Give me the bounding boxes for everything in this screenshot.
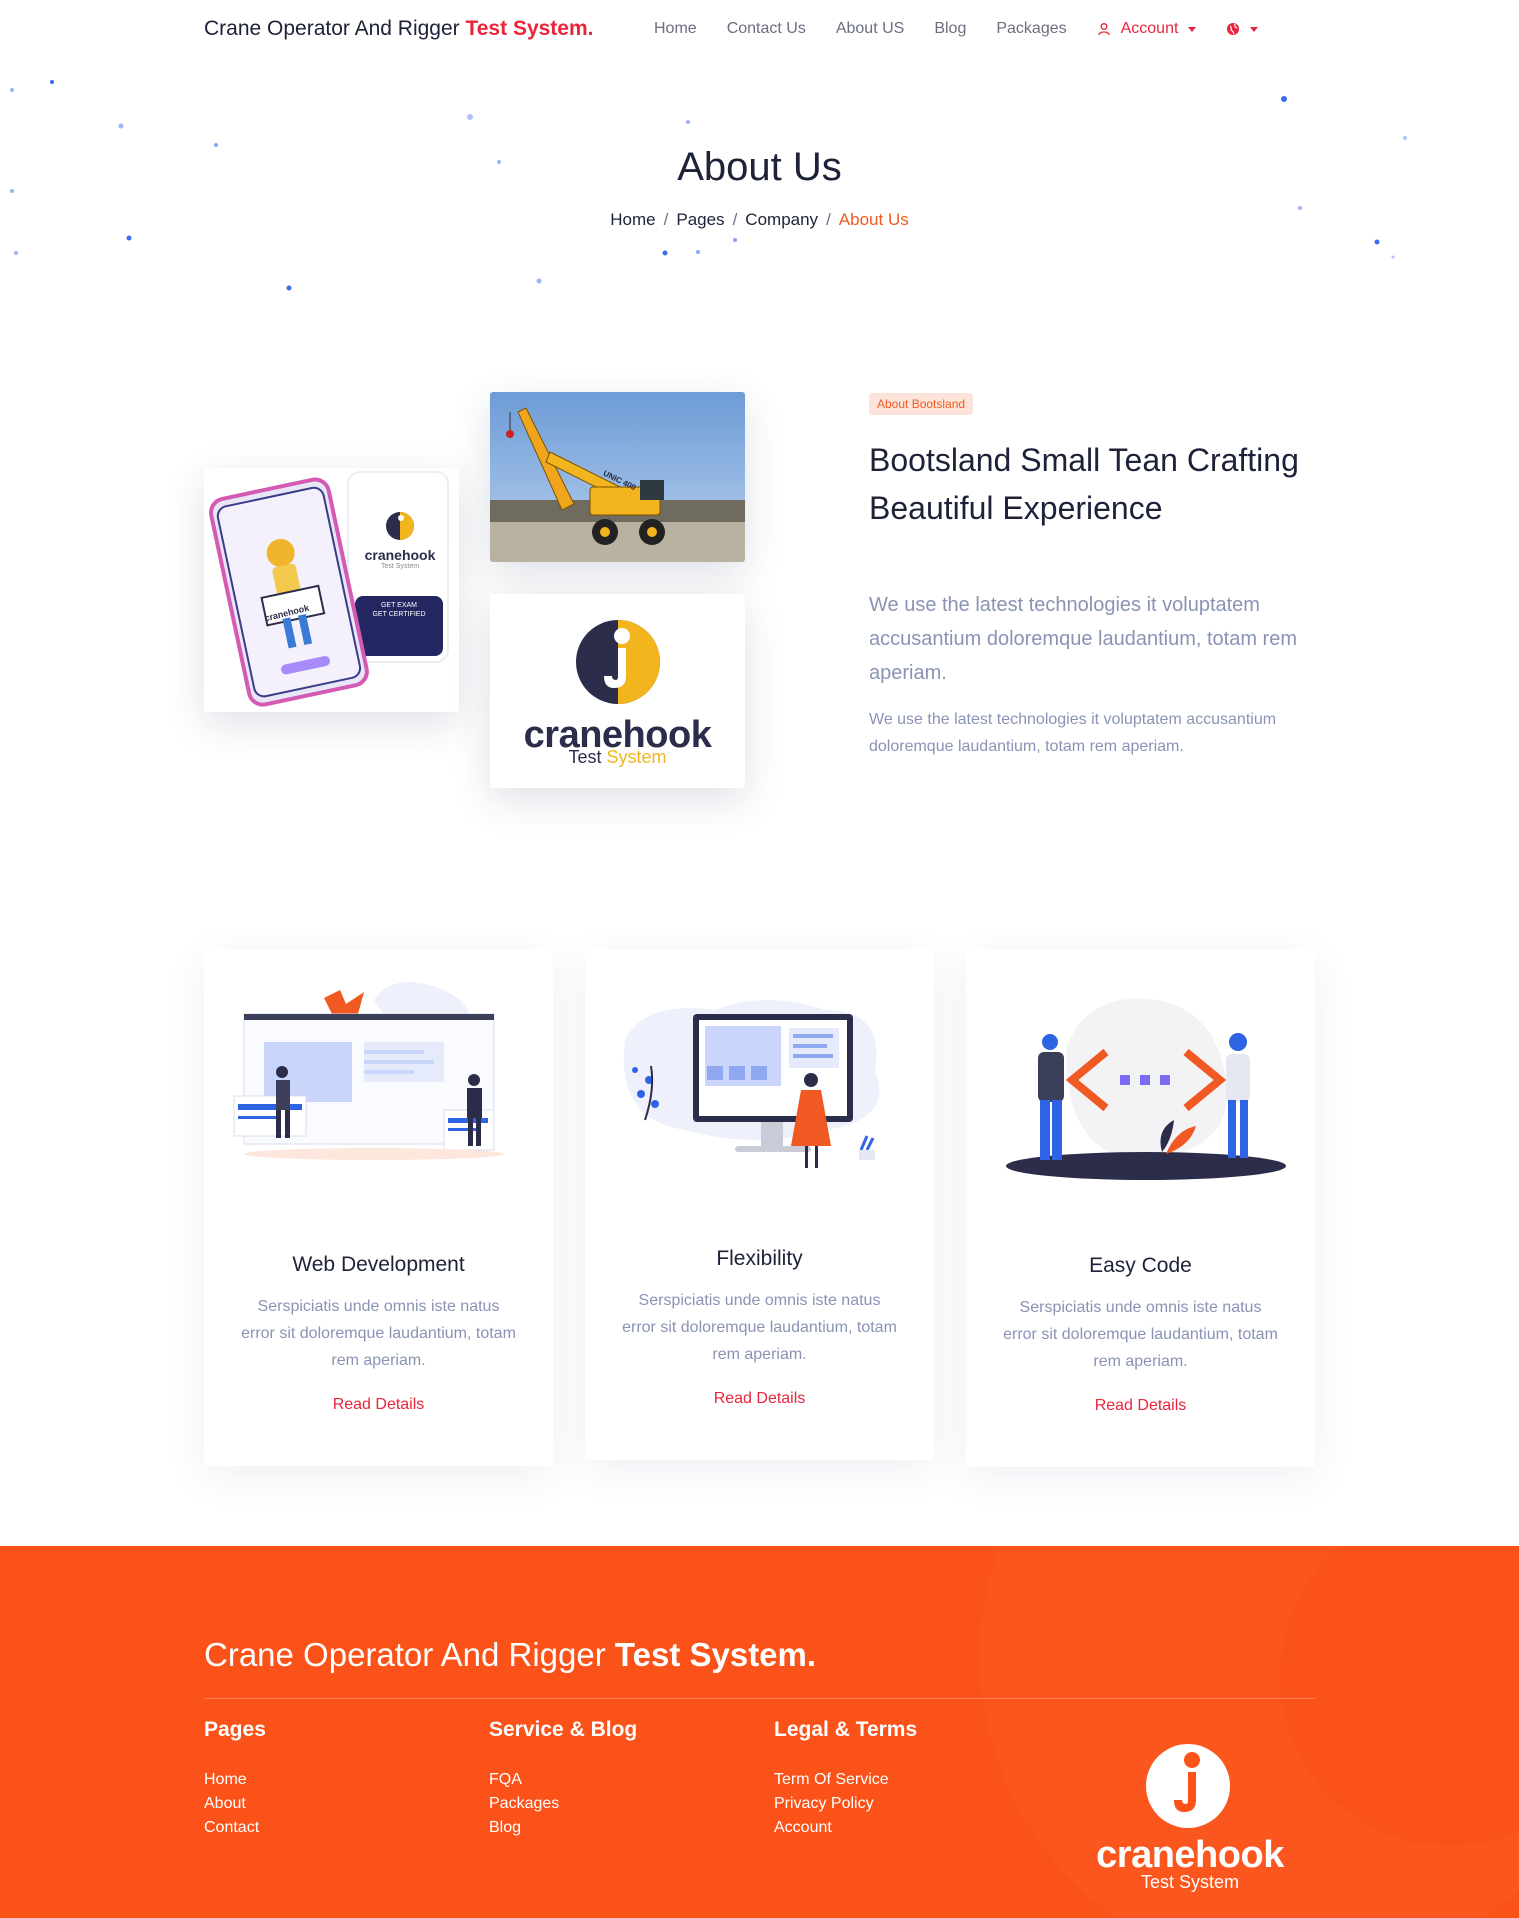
read-details-link[interactable]: Read Details [204,1396,553,1414]
page-title: About Us [677,145,842,189]
footer-link-account[interactable]: Account [774,1816,917,1840]
footer-link-packages[interactable]: Packages [489,1792,637,1816]
feature-card-easy-code: Easy Code Serspiciatis unde omnis iste n… [966,950,1315,1467]
about-title: Bootsland Small Tean Crafting Beautiful … [869,442,1299,526]
phone-logo: cranehook Test System [356,510,444,570]
feature-card-web-development: Web Development Serspiciatis unde omnis … [204,950,553,1466]
section-badge: About Bootsland [869,393,974,415]
footer-column-service-blog: Service & Blog FQA Packages Blog [489,1718,637,1840]
flexibility-illustration [623,1000,880,1168]
footer-column-title: Pages [204,1718,266,1741]
feature-text: Serspiciatis unde omnis iste natus error… [1003,1299,1278,1370]
cranehook-logo-icon [386,512,414,540]
crane-photo: UNIC 400 [490,392,745,562]
nav-home[interactable]: Home [654,20,697,38]
footer-link-privacy-policy[interactable]: Privacy Policy [774,1792,917,1816]
feature-card-flexibility: Flexibility Serspiciatis unde omnis iste… [585,950,934,1460]
feature-text: Serspiciatis unde omnis iste natus error… [622,1292,897,1363]
about-text: We use the latest technologies it volupt… [869,711,1277,755]
user-icon [1097,23,1110,36]
footer: Crane Operator And Rigger Test System. P… [0,1546,1519,1918]
breadcrumb-company[interactable]: Company [745,210,818,229]
feature-title: Flexibility [716,1247,803,1270]
logo-sub: Test System [490,747,745,768]
breadcrumb-pages[interactable]: Pages [676,210,724,229]
nav-blog[interactable]: Blog [934,20,966,38]
globe-icon [1227,23,1240,35]
breadcrumb-home[interactable]: Home [610,210,655,229]
account-dropdown[interactable]: Account [1097,20,1197,38]
caret-down-icon [1250,26,1259,32]
feature-title: Web Development [292,1253,465,1276]
phone-logo-sub: Test System [380,563,420,570]
nav-contact-us[interactable]: Contact Us [727,20,806,38]
footer-brand[interactable]: Crane Operator And Rigger Test System. [204,1636,816,1674]
read-details-link[interactable]: Read Details [585,1390,934,1408]
web-development-illustration [233,982,504,1160]
phone-logo-word: cranehook [364,547,436,563]
about-lead: We use the latest technologies it volupt… [869,594,1297,684]
footer-link-blog[interactable]: Blog [489,1816,637,1840]
footer-logo-sub: Test System [1140,1872,1240,1892]
cranehook-logo-card: cranehook Test System [490,594,745,788]
phone-cta: GET EXAM GET CERTIFIED [354,601,444,619]
read-details-link[interactable]: Read Details [966,1397,1315,1415]
footer-link-fqa[interactable]: FQA [489,1768,637,1792]
breadcrumb: Home / Pages / Company / About Us [610,210,909,229]
footer-logo-word: cranehook [1096,1834,1284,1876]
footer-link-term-of-service[interactable]: Term Of Service [774,1768,917,1792]
logo-sub-test: Test [568,747,602,767]
footer-logo: cranehook Test System [1080,1742,1300,1892]
footer-divider [204,1698,1315,1699]
main-nav: Home Contact Us About US Blog Packages A… [654,20,1259,38]
logo-sub-system: System [606,747,667,767]
footer-link-about[interactable]: About [204,1792,266,1816]
footer-brand-prefix: Crane Operator And Rigger [204,1636,606,1673]
footer-link-home[interactable]: Home [204,1768,266,1792]
footer-link-contact[interactable]: Contact [204,1816,266,1840]
feature-title: Easy Code [1089,1254,1192,1277]
brand-logo[interactable]: Crane Operator And Rigger Test System. [204,17,593,41]
footer-column-pages: Pages Home About Contact [204,1718,266,1840]
cranehook-logo-icon [1146,1744,1230,1828]
nav-packages[interactable]: Packages [996,20,1066,38]
brand-bold: Test System. [465,17,594,40]
breadcrumb-current: About Us [838,210,909,229]
phone-cta-exam: GET EXAM [380,602,418,609]
caret-down-icon [1188,26,1197,32]
footer-column-legal-terms: Legal & Terms Term Of Service Privacy Po… [774,1718,917,1840]
easy-code-illustration [1006,998,1286,1180]
cranehook-logo-icon [576,620,660,704]
brand-prefix: Crane Operator And Rigger [204,17,460,40]
phone-cta-certified: GET CERTIFIED [372,611,426,618]
account-label: Account [1120,20,1179,37]
app-mockup-image: cranehook Test System GET EXAM GET CERTI… [204,468,459,712]
feature-text: Serspiciatis unde omnis iste natus error… [241,1298,516,1369]
language-dropdown[interactable] [1226,20,1259,38]
footer-brand-bold: Test System. [614,1636,817,1673]
footer-column-title: Service & Blog [489,1718,638,1741]
nav-about-us[interactable]: About US [836,20,904,38]
footer-column-title: Legal & Terms [774,1718,918,1741]
